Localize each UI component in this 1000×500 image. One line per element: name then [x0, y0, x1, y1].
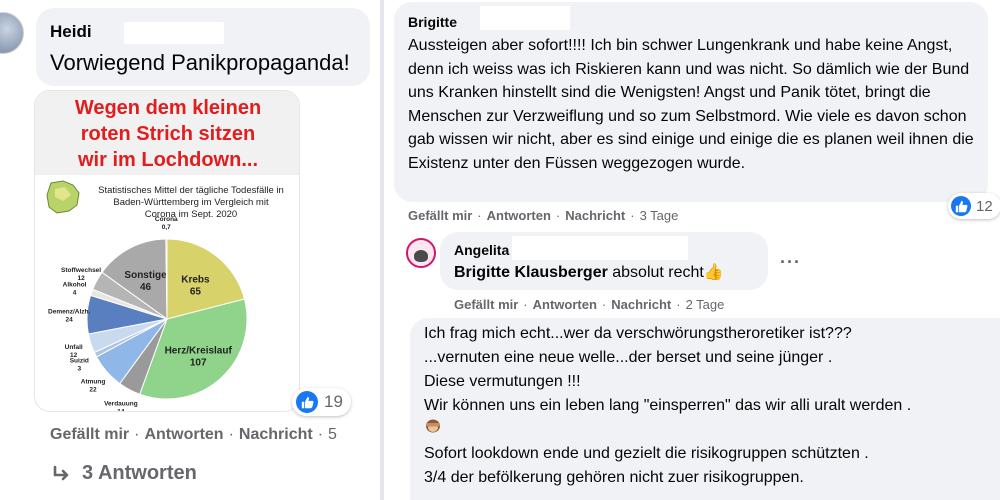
separator: · [317, 426, 324, 443]
like-reaction-icon [951, 196, 971, 216]
reply-link[interactable]: Antworten [487, 208, 551, 223]
comment-author[interactable]: Heidi [50, 22, 92, 42]
attached-image[interactable]: Wegen dem kleinen roten Strich sitzen wi… [34, 90, 300, 412]
pie-label: Unfall 12 [65, 344, 83, 359]
replies-label: 3 Antworten [82, 462, 197, 484]
see-no-evil-monkey-icon [426, 419, 440, 433]
pie-label: Verdauung 14 [104, 400, 138, 412]
comment-actions: Gefällt mir · Antworten · Nachricht · 3 Tage [408, 208, 678, 223]
comment-bubble-angelita: Angelita Brigitte Klausberger absolut re… [440, 232, 768, 290]
comment-actions: Gefällt mir · Antworten · Nachricht · 5 [50, 426, 337, 444]
more-options-button[interactable]: ··· [780, 252, 801, 273]
comment-bubble-heidi: Heidi Vorwiegend Panikpropaganda! [36, 8, 370, 86]
reaction-count: 12 [976, 197, 993, 215]
comment-text: Aussteigen aber sofort!!!! Ich bin schwe… [408, 37, 974, 172]
text-line: Diese vermutungen !!! [424, 373, 581, 390]
reply-link[interactable]: Antworten [533, 297, 597, 312]
pie-label: Suizid 3 [70, 358, 89, 373]
text-line: Ich frag mich echt...wer da verschwörung… [424, 325, 852, 342]
timestamp[interactable]: 2 Tage [686, 297, 725, 312]
mention-link[interactable]: Brigitte Klausberger [454, 264, 608, 281]
separator: · [601, 297, 607, 312]
text-line: ...vernuten eine neue welle...der berset… [424, 349, 833, 366]
message-link[interactable]: Nachricht [239, 426, 313, 443]
comment-text-rest: absolut recht👍 [607, 264, 724, 281]
separator: · [523, 297, 528, 312]
pie-label: Alkohol 4 [63, 281, 87, 296]
separator: · [477, 208, 482, 223]
left-comment-panel: Heidi Vorwiegend Panikpropaganda! Wegen … [0, 0, 380, 500]
view-replies-link[interactable]: 3 Antworten [52, 462, 197, 485]
text-line [424, 418, 994, 442]
right-comment-panel: Brigitte Aussteigen aber sofort!!!! Ich … [384, 0, 1000, 500]
separator: · [630, 208, 635, 223]
comment-text: Vorwiegend Panikpropaganda! [50, 50, 350, 75]
pie-chart: Krebs 65Herz/Kreislauf 107Verdauung 14Atmun… [48, 216, 248, 412]
comment-text: Ich frag mich echt...wer da verschwörung… [424, 322, 994, 490]
separator: · [676, 297, 681, 312]
text-line: Sofort lookdown ende und gezielt die ris… [424, 445, 869, 462]
pie-label: Demenz/Alzh. 24 [48, 309, 90, 324]
redaction-mask [480, 6, 570, 30]
reply-arrow-icon [53, 465, 69, 480]
comment-text: Brigitte Klausberger absolut recht👍 [454, 262, 724, 282]
pie-label: Stoffwechsel 12 [61, 267, 101, 282]
like-reaction-icon [296, 391, 318, 413]
redaction-mask [512, 236, 688, 260]
comment-author[interactable]: Brigitte [408, 14, 457, 30]
reaction-badge[interactable]: 19 [292, 388, 351, 416]
text-line: 3/4 der befölkerung gehören nicht zuer r… [424, 469, 804, 486]
comment-bubble-brigitte: Brigitte Aussteigen aber sofort!!!! Ich … [394, 2, 988, 202]
avatar[interactable] [0, 12, 24, 54]
reaction-badge[interactable]: 12 [948, 193, 1000, 219]
pie-label: Corona 0,7 [155, 216, 178, 231]
pie-label: Atmung 22 [81, 378, 106, 393]
separator: · [555, 208, 561, 223]
comment-actions: Gefällt mir · Antworten · Nachricht · 2 Tage [454, 297, 724, 312]
separator: · [134, 426, 140, 443]
reaction-count: 19 [324, 392, 343, 411]
redaction-mask [124, 22, 224, 44]
comment-author[interactable]: Angelita [454, 242, 509, 258]
like-link[interactable]: Gefällt mir [408, 208, 472, 223]
message-link[interactable]: Nachricht [565, 208, 625, 223]
text-line: Wir können uns ein leben lang "einsperre… [424, 397, 912, 414]
message-link[interactable]: Nachricht [611, 297, 671, 312]
comment-bubble-third: Ich frag mich echt...wer da verschwörung… [410, 318, 1000, 500]
separator: · [228, 426, 234, 443]
timestamp[interactable]: 5 [328, 426, 337, 443]
timestamp[interactable]: 3 Tage [640, 208, 679, 223]
avatar[interactable] [406, 238, 436, 268]
like-link[interactable]: Gefällt mir [454, 297, 518, 312]
like-link[interactable]: Gefällt mir [50, 426, 129, 443]
reply-link[interactable]: Antworten [144, 426, 223, 443]
